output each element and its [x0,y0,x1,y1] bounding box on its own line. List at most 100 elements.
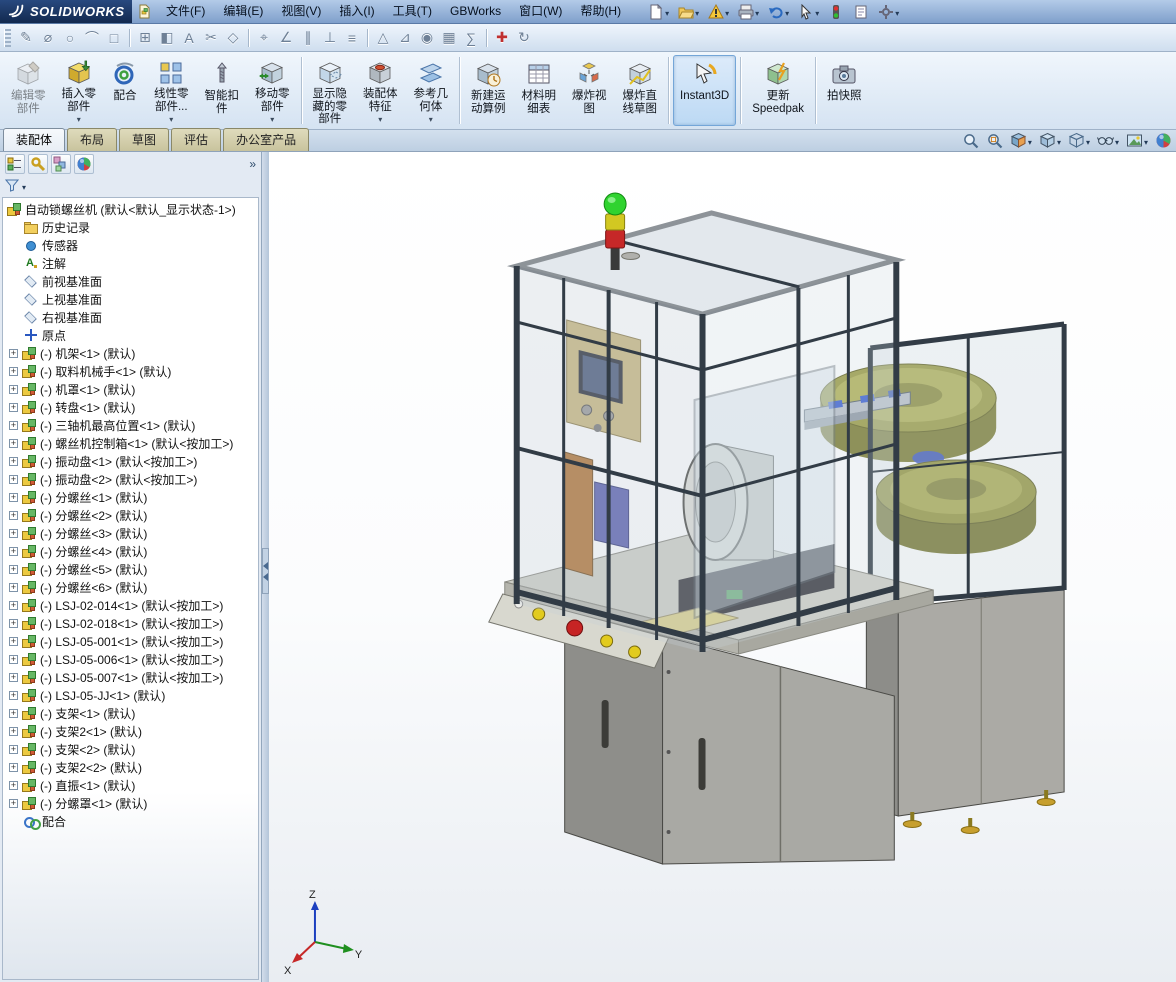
file-properties-icon[interactable] [849,1,873,23]
expand-icon[interactable] [9,654,18,664]
mirror-icon[interactable]: ◧ [156,27,178,49]
grid-icon[interactable]: ▦ [438,27,460,49]
expand-icon[interactable] [9,456,18,466]
tree-root-item[interactable]: 自动锁螺丝机 (默认<默认_显示状态-1>) [3,200,258,218]
angle-icon[interactable]: ∠ [275,27,297,49]
tree-item[interactable]: (-) 振动盘<1> (默认<按加工>) [3,452,258,470]
smart-dimension-icon[interactable]: ⌀ [37,27,59,49]
tree-item[interactable]: (-) 分螺丝<4> (默认) [3,542,258,560]
convert-entities-icon[interactable]: ◇ [222,27,244,49]
options-icon[interactable] [874,1,903,23]
trim-icon[interactable]: ✂ [200,27,222,49]
tree-item[interactable]: (-) 分螺丝<6> (默认) [3,578,258,596]
3d-model-scene[interactable]: Z Y X [269,152,1176,982]
take-snapshot-button[interactable]: 拍快照 [820,55,869,126]
tree-item[interactable]: (-) 分螺罩<1> (默认) [3,794,258,812]
exploded-view-button[interactable]: 爆炸视图 [565,55,614,126]
measure-icon[interactable]: ⌖ [253,27,275,49]
tree-item[interactable]: (-) 转盘<1> (默认) [3,398,258,416]
dropdown-caret-icon[interactable] [1143,134,1148,148]
appearance-icon[interactable]: ◉ [416,27,438,49]
tab-装配体[interactable]: 装配体 [3,128,66,151]
update-speedpak-button[interactable]: 更新 Speedpak [745,55,811,126]
expand-icon[interactable] [9,690,18,700]
menu-item-6[interactable]: 窗口(W) [510,0,571,23]
mate-button[interactable]: 配合 [105,55,145,126]
dropdown-caret-icon[interactable] [270,113,274,127]
displaymanager-tab-icon[interactable] [74,154,94,174]
rectangle-icon[interactable]: □ [103,27,125,49]
expand-icon[interactable] [9,420,18,430]
section-icon[interactable]: ⊿ [394,27,416,49]
tree-item[interactable]: (-) 支架<1> (默认) [3,704,258,722]
menu-item-5[interactable]: GBWorks [441,0,510,23]
move-component-button[interactable]: 移动零 部件 [248,55,297,126]
arc-icon[interactable]: ⌒ [81,27,103,49]
tree-item[interactable]: 配合 [3,812,258,830]
model-right-cabinet[interactable] [865,587,1065,834]
filter-funnel-icon[interactable] [4,178,20,195]
tree-item[interactable]: 历史记录 [3,218,258,236]
dropdown-caret-icon[interactable] [429,113,433,127]
dropdown-caret-icon[interactable] [724,5,729,19]
tree-item[interactable]: (-) 支架2<2> (默认) [3,758,258,776]
expand-icon[interactable] [9,744,18,754]
assembly-features-button[interactable]: 装配体 特征 [356,55,405,126]
edit-appearance-icon[interactable] [1152,131,1175,151]
panel-collapse-button[interactable] [262,548,269,594]
expand-icon[interactable] [9,762,18,772]
graphics-viewport[interactable]: Z Y X [269,152,1176,982]
plane-icon[interactable]: △ [372,27,394,49]
apply-scene-icon[interactable] [1123,131,1151,151]
dropdown-caret-icon[interactable] [77,113,81,127]
save-warning-icon[interactable] [704,1,733,23]
dropdown-caret-icon[interactable] [169,113,173,127]
open-icon[interactable] [674,1,703,23]
menu-item-4[interactable]: 工具(T) [384,0,441,23]
tree-item[interactable]: (-) LSJ-05-006<1> (默认<按加工>) [3,650,258,668]
propertymanager-tab-icon[interactable] [28,154,48,174]
menu-item-1[interactable]: 编辑(E) [214,0,272,23]
dropdown-caret-icon[interactable] [664,5,669,19]
instant3d-button[interactable]: Instant3D [673,55,737,126]
tree-item[interactable]: (-) 取料机械手<1> (默认) [3,362,258,380]
configurationmanager-tab-icon[interactable] [51,154,71,174]
filter-dropdown-caret[interactable] [21,179,26,193]
tree-item[interactable]: (-) 机架<1> (默认) [3,344,258,362]
dropdown-caret-icon[interactable] [1056,134,1061,148]
tree-item[interactable]: (-) LSJ-05-JJ<1> (默认) [3,686,258,704]
tree-item[interactable]: (-) 支架2<1> (默认) [3,722,258,740]
expand-icon[interactable] [9,528,18,538]
expand-icon[interactable] [9,474,18,484]
show-hidden-components-button[interactable]: 显示隐 藏的零 部件 [306,55,355,126]
tree-item[interactable]: (-) LSJ-02-018<1> (默认<按加工>) [3,614,258,632]
dropdown-caret-icon[interactable] [894,5,899,19]
explode-line-sketch-button[interactable]: 爆炸直 线草图 [616,55,665,126]
expand-icon[interactable] [9,672,18,682]
dropdown-caret-icon[interactable] [1114,134,1119,148]
dropdown-caret-icon[interactable] [694,5,699,19]
select-arrow-icon[interactable] [794,1,823,23]
tree-item[interactable]: (-) 螺丝机控制箱<1> (默认<按加工>) [3,434,258,452]
expand-icon[interactable] [9,636,18,646]
expand-icon[interactable] [9,708,18,718]
new-motion-study-button[interactable]: 新建运 动算例 [464,55,513,126]
menu-item-7[interactable]: 帮助(H) [571,0,630,23]
tree-item[interactable]: 前视基准面 [3,272,258,290]
tree-item[interactable]: (-) 分螺丝<2> (默认) [3,506,258,524]
linear-component-pattern-button[interactable]: 线性零 部件... [147,55,196,126]
expand-icon[interactable] [9,366,18,376]
expand-icon[interactable] [9,798,18,808]
expand-icon[interactable] [9,618,18,628]
tree-item[interactable]: 注解 [3,254,258,272]
expand-icon[interactable] [9,384,18,394]
expand-icon[interactable] [9,402,18,412]
menu-item-0[interactable]: 文件(F) [157,0,214,23]
view-orientation-icon[interactable] [1036,131,1064,151]
layers-icon[interactable]: ≡ [341,27,363,49]
tree-item[interactable]: 右视基准面 [3,308,258,326]
hide-show-items-icon[interactable] [1094,131,1122,151]
section-view-icon[interactable] [1007,131,1035,151]
expand-icon[interactable] [9,510,18,520]
rebuild-icon[interactable] [824,1,848,23]
